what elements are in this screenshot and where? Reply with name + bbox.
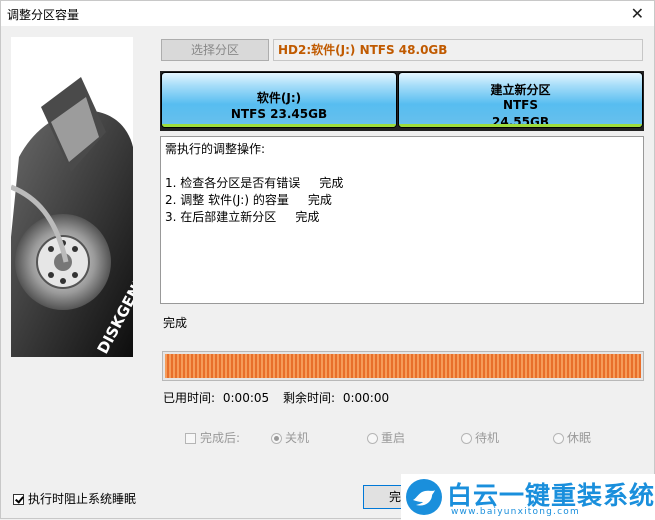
radio-restart[interactable]: 重启 [367, 429, 405, 446]
partition-fs-size: NTFS 23.45GB [230, 107, 328, 121]
checkbox-box[interactable] [185, 433, 196, 444]
remaining-value: 0:00:00 [342, 391, 390, 405]
partition-map: 软件(J:) NTFS 23.45GB 建立新分区 NTFS 24.55GB [160, 71, 644, 131]
radio-label: 休眠 [567, 431, 592, 445]
prevent-sleep-label: 执行时阻止系统睡眠 [28, 492, 137, 506]
time-readout: 已用时间: 0:00:05 剩余时间: 0:00:00 [163, 389, 393, 406]
radio-label: 关机 [285, 431, 310, 445]
operation-item: 2. 调整 软件(J:) 的容量 完成 [165, 193, 332, 207]
status-text: 完成 [163, 316, 188, 330]
hard-drive-illustration: DISKGENIUS [11, 37, 133, 357]
bird-logo-icon [406, 479, 442, 515]
window-title: 调整分区容量 [7, 8, 80, 22]
operations-list[interactable]: 需执行的调整操作: 1. 检查各分区是否有错误 完成 2. 调整 软件(J:) … [160, 136, 644, 304]
operation-item: 3. 在后部建立新分区 完成 [165, 210, 320, 224]
radio-standby[interactable]: 待机 [461, 429, 499, 446]
prevent-sleep-checkbox[interactable]: 执行时阻止系统睡眠 [13, 490, 136, 507]
title-bar: 调整分区容量 ✕ [1, 1, 654, 26]
partition-name: 建立新分区 [490, 83, 551, 97]
partition-fs: NTFS [502, 98, 539, 112]
radio-circle[interactable] [367, 433, 378, 444]
remaining-label: 剩余时间: [282, 391, 336, 405]
radio-circle[interactable] [461, 433, 472, 444]
partition-used-stripe [162, 124, 396, 127]
partition-block-software[interactable]: 软件(J:) NTFS 23.45GB [161, 72, 397, 128]
partition-name: 软件(J:) [256, 91, 302, 105]
radio-label: 待机 [475, 431, 500, 445]
operations-header: 需执行的调整操作: [165, 142, 266, 156]
after-completion-label: 完成后: [200, 431, 241, 445]
operation-item: 1. 检查各分区是否有错误 完成 [165, 176, 344, 190]
radio-circle[interactable] [553, 433, 564, 444]
elapsed-label: 已用时间: [163, 391, 216, 405]
close-icon[interactable]: ✕ [631, 4, 644, 23]
radio-label: 重启 [381, 431, 406, 445]
select-partition-button[interactable]: 选择分区 [161, 39, 269, 61]
checkbox-checked[interactable] [13, 494, 24, 505]
elapsed-value: 0:00:05 [222, 391, 270, 405]
radio-shutdown[interactable]: 关机 [271, 429, 309, 446]
radio-hibernate[interactable]: 休眠 [553, 429, 591, 446]
after-completion-checkbox[interactable]: 完成后: [185, 429, 240, 446]
progress-fill [165, 354, 641, 378]
diskgenius-hdd-image: DISKGENIUS [11, 37, 133, 357]
partition-block-new[interactable]: 建立新分区 NTFS 24.55GB [398, 72, 643, 128]
watermark-url: www.baiyunxitong.com [451, 507, 580, 517]
resize-partition-dialog: 调整分区容量 ✕ 选择分区 HD2:软件(J:) NTFS 48.0GB 软件(… [0, 0, 655, 520]
partition-used-stripe [399, 124, 642, 127]
watermark: 白云一键重装系统 www.baiyunxitong.com [401, 474, 655, 520]
radio-circle[interactable] [271, 433, 282, 444]
progress-bar [162, 351, 644, 381]
disk-info-field: HD2:软件(J:) NTFS 48.0GB [273, 39, 643, 61]
